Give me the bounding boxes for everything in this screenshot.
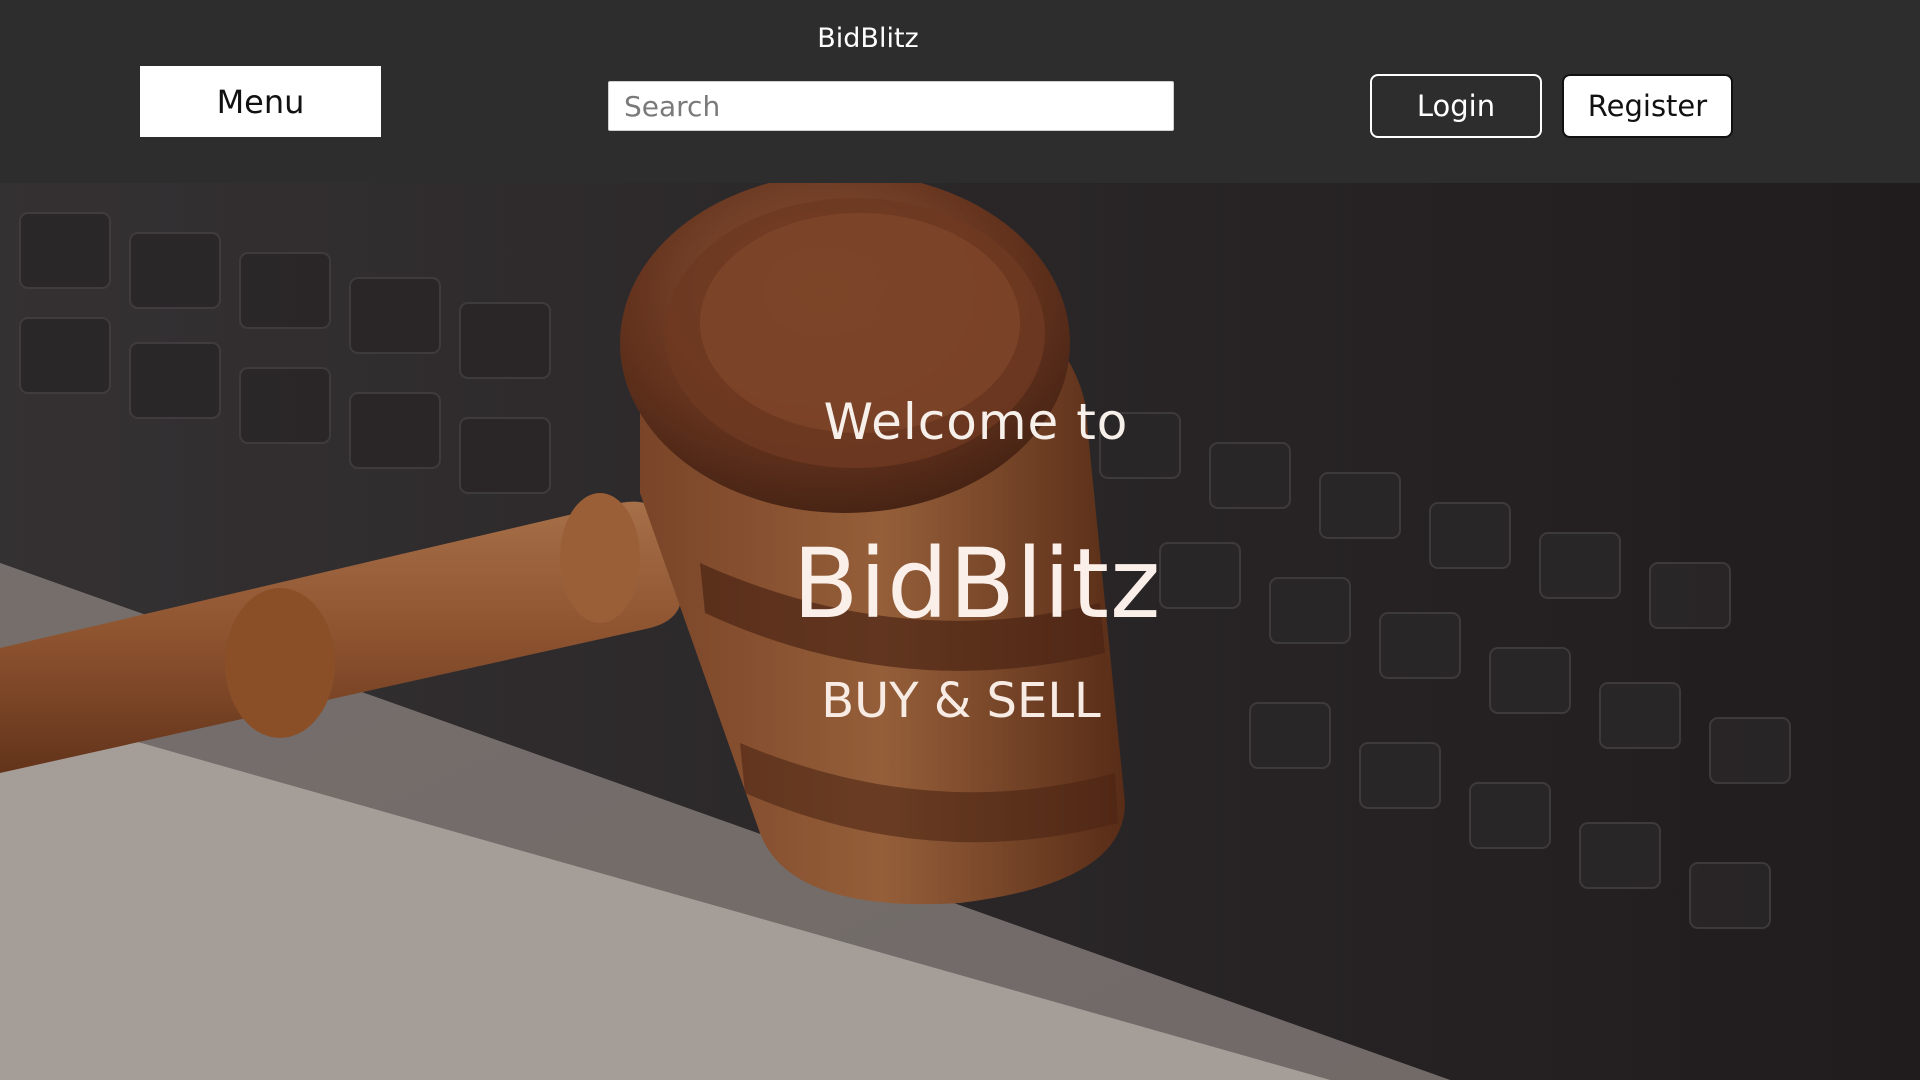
top-nav-bar: BidBlitz Menu Login Register	[0, 0, 1920, 183]
search-box[interactable]	[608, 81, 1174, 131]
page: BidBlitz Menu Login Register	[0, 0, 1920, 1080]
hero-title: BidBlitz	[792, 528, 1162, 640]
search-input[interactable]	[609, 82, 1173, 130]
site-brand[interactable]: BidBlitz	[780, 20, 956, 58]
hero-banner: Welcome to BidBlitz BUY & SELL	[0, 183, 1920, 1080]
login-button[interactable]: Login	[1370, 74, 1542, 138]
register-button[interactable]: Register	[1562, 74, 1733, 138]
welcome-text: Welcome to	[823, 393, 1129, 451]
menu-button[interactable]: Menu	[140, 66, 381, 137]
hero-tagline: BUY & SELL	[821, 673, 1101, 729]
